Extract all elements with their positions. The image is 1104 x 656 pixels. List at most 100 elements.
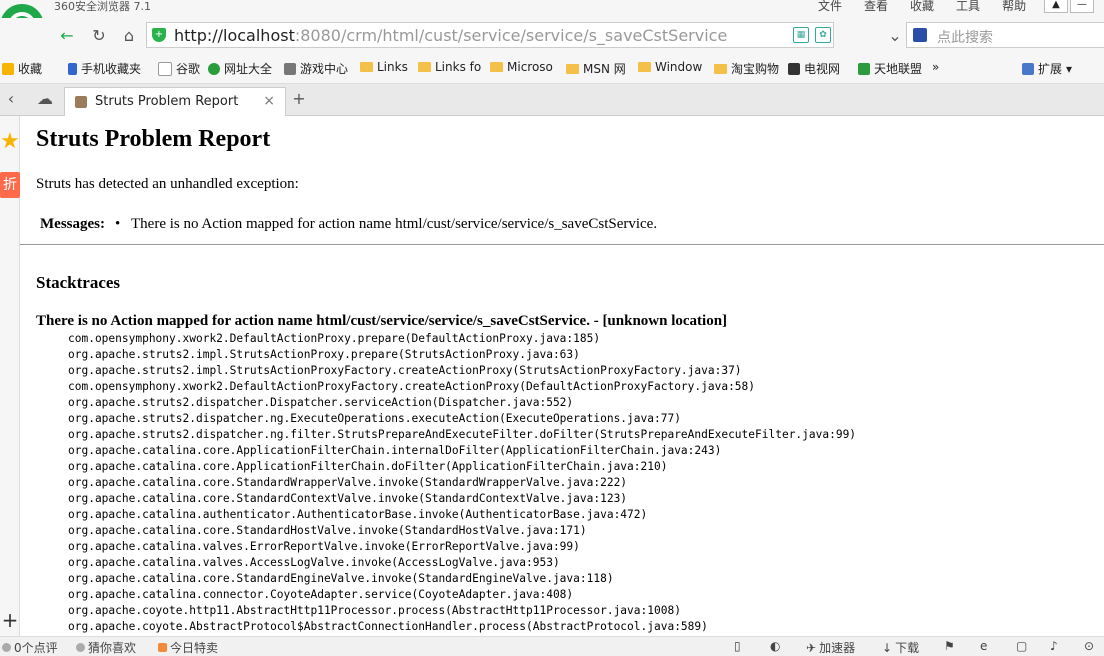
- skin-icon[interactable]: ▲: [1044, 0, 1068, 13]
- trace-line: org.apache.catalina.core.StandardHostVal…: [68, 524, 587, 537]
- menu-tools[interactable]: 工具: [956, 0, 980, 12]
- trace-line: org.apache.catalina.authenticator.Authen…: [68, 508, 648, 521]
- search-engine-icon[interactable]: [913, 28, 927, 42]
- accelerator-button[interactable]: ✈ 加速器: [806, 639, 855, 656]
- add-icon[interactable]: +: [0, 608, 20, 632]
- trace-heading: There is no Action mapped for action nam…: [36, 313, 728, 329]
- app-title: 360安全浏览器 7.1: [54, 0, 151, 13]
- qr-code-icon[interactable]: ▦: [793, 27, 809, 43]
- trace-line: org.apache.catalina.connector.CoyoteAdap…: [68, 588, 574, 601]
- messages-label: Messages:: [40, 216, 105, 232]
- url-text[interactable]: http://localhost:8080/crm/html/cust/serv…: [174, 26, 727, 45]
- tab-bar: ‹ ☁ Struts Problem Report × +: [0, 84, 1104, 116]
- globe-icon: [208, 62, 220, 75]
- phone-icon: [68, 62, 77, 75]
- security-shield-icon: +: [152, 28, 166, 42]
- heart-icon: [76, 643, 85, 652]
- deals-button[interactable]: 今日特卖: [158, 639, 218, 656]
- bookmark-taobao[interactable]: 淘宝购物: [714, 60, 779, 77]
- back-button[interactable]: ←: [56, 25, 78, 47]
- divider: [20, 244, 1104, 245]
- ie-icon[interactable]: e: [980, 639, 987, 653]
- menu-help[interactable]: 帮助: [1002, 0, 1026, 12]
- guess-button[interactable]: 猜你喜欢: [76, 639, 136, 656]
- comment-icon: [2, 643, 11, 652]
- minimize-button[interactable]: —: [1070, 0, 1094, 13]
- page-content: Struts Problem Report Struts has detecte…: [20, 116, 1104, 636]
- bookmark-sites[interactable]: 网址大全: [208, 60, 272, 77]
- refresh-button[interactable]: ↻: [88, 25, 110, 47]
- chevron-down-icon: ▾: [1066, 61, 1073, 76]
- stacktraces-heading: Stacktraces: [36, 273, 121, 292]
- folder-icon: [360, 62, 373, 72]
- menu-view[interactable]: 查看: [864, 0, 888, 12]
- cloud-icon[interactable]: ☁: [34, 88, 56, 110]
- trace-line: org.apache.catalina.core.ApplicationFilt…: [68, 444, 722, 457]
- folder-icon: [638, 62, 651, 72]
- bookmark-links-fo[interactable]: Links fo: [418, 60, 481, 74]
- trace-line: org.apache.coyote.AbstractProtocol$Abstr…: [68, 620, 708, 633]
- bookmarks-more-button[interactable]: »: [932, 60, 939, 74]
- bookmark-favorites[interactable]: 收藏: [2, 60, 42, 77]
- bookmark-mobile[interactable]: 手机收藏夹: [68, 60, 141, 77]
- trace-line: org.apache.struts2.impl.StrutsActionProx…: [68, 364, 742, 377]
- home-button[interactable]: ⌂: [118, 25, 140, 47]
- bookmark-google[interactable]: 谷歌: [158, 60, 200, 77]
- trace-line: com.opensymphony.xwork2.DefaultActionPro…: [68, 332, 601, 345]
- address-dropdown-icon[interactable]: ⌄: [884, 25, 906, 47]
- extensions-button[interactable]: 扩展 ▾: [1022, 60, 1072, 77]
- trace-line: org.apache.catalina.core.ApplicationFilt…: [68, 460, 668, 473]
- close-tab-icon[interactable]: ×: [263, 93, 275, 109]
- bookmark-links[interactable]: Links: [360, 60, 408, 74]
- new-tab-button[interactable]: +: [288, 88, 310, 110]
- bookmark-msn[interactable]: MSN 网: [566, 60, 626, 77]
- page-icon: [158, 61, 172, 76]
- trace-line: org.apache.struts2.impl.StrutsActionProx…: [68, 348, 580, 361]
- folder-icon: [566, 63, 579, 74]
- address-bar[interactable]: + http://localhost:8080/crm/html/cust/se…: [146, 22, 834, 48]
- leaf-icon[interactable]: ✿: [815, 27, 831, 43]
- left-sidebar: ★ 折 +: [0, 116, 20, 636]
- window-icon[interactable]: ▢: [1016, 639, 1027, 653]
- star-icon: [2, 62, 14, 75]
- folder-icon: [418, 62, 431, 72]
- download-icon: ↓: [882, 640, 893, 655]
- volume-icon[interactable]: ♪: [1050, 639, 1058, 653]
- menu-file[interactable]: 文件: [818, 0, 842, 12]
- bookmark-games[interactable]: 游戏中心: [284, 60, 348, 77]
- tab-back-icon[interactable]: ‹: [0, 88, 22, 110]
- flag-icon[interactable]: ⚑: [944, 639, 955, 653]
- gamepad-icon: [284, 62, 296, 75]
- trace-line: org.apache.struts2.dispatcher.ng.Execute…: [68, 412, 681, 425]
- bookmark-microso[interactable]: Microso: [490, 60, 553, 74]
- folder-icon: [490, 62, 503, 72]
- menu-favorites[interactable]: 收藏: [910, 0, 934, 12]
- error-message: There is no Action mapped for action nam…: [131, 216, 658, 232]
- discount-icon[interactable]: 折: [0, 172, 20, 198]
- download-button[interactable]: ↓ 下载: [882, 639, 919, 656]
- search-box[interactable]: 点此搜索: [906, 22, 1104, 48]
- gift-icon: [158, 643, 167, 652]
- search-placeholder[interactable]: 点此搜索: [937, 27, 993, 47]
- bookmark-tv[interactable]: 电视网: [788, 60, 840, 77]
- tab-struts-problem-report[interactable]: Struts Problem Report ×: [64, 87, 286, 116]
- trace-line: org.apache.catalina.valves.AccessLogValv…: [68, 556, 560, 569]
- bullet: •: [115, 216, 121, 232]
- browser-mode-icon[interactable]: ◐: [770, 639, 780, 653]
- status-bar: 0个点评 猜你喜欢 今日特卖 ▯ ◐ ✈ 加速器 ↓ 下载 ⚑ e ▢ ♪ ⊙: [0, 636, 1104, 656]
- navigation-bar: ← ↻ ⌂ + http://localhost:8080/crm/html/c…: [0, 18, 1104, 54]
- bookmarks-bar: 收藏 手机收藏夹 谷歌 网址大全 游戏中心 Links Links fo Mic…: [0, 54, 1104, 84]
- favorites-star-icon[interactable]: ★: [0, 130, 20, 154]
- bookmark-window[interactable]: Window: [638, 60, 702, 74]
- page-title: Struts Problem Report: [36, 126, 271, 152]
- extensions-icon: [1022, 62, 1034, 75]
- menu-bar: 文件 查看 收藏 工具 帮助: [818, 0, 1048, 12]
- zoom-icon[interactable]: ⊙: [1084, 639, 1094, 653]
- trace-line: org.apache.struts2.dispatcher.ng.filter.…: [68, 428, 857, 441]
- phone-icon[interactable]: ▯: [734, 639, 741, 653]
- trace-line: org.apache.catalina.core.StandardContext…: [68, 492, 628, 505]
- tv-icon: [788, 62, 800, 75]
- bookmark-tiandi[interactable]: 天地联盟: [858, 60, 922, 77]
- comments-button[interactable]: 0个点评: [2, 639, 58, 656]
- trace-line: com.opensymphony.xwork2.DefaultActionPro…: [68, 380, 756, 393]
